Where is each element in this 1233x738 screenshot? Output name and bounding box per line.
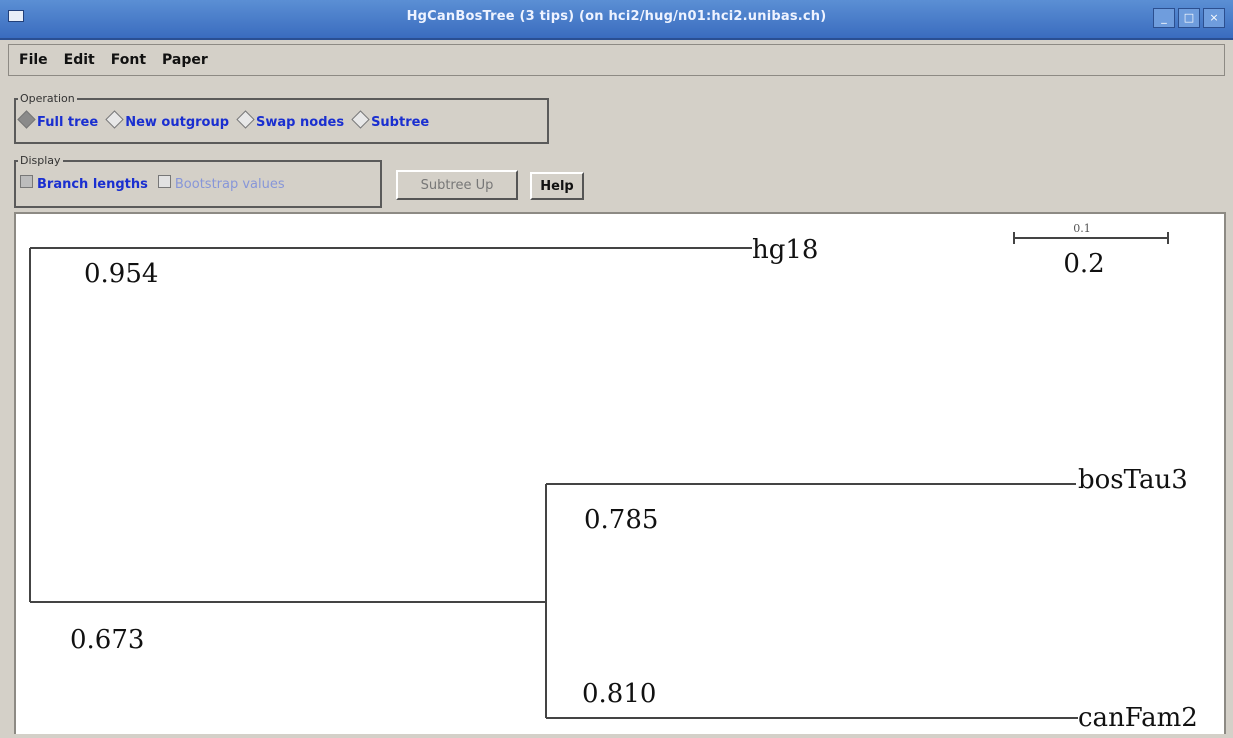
option-new-outgroup[interactable]: New outgroup (105, 110, 229, 130)
leaf-bostau3[interactable]: bosTau3 (1078, 465, 1188, 495)
menu-font[interactable]: Font (111, 52, 146, 68)
tree-drawing: 0.1 0.2 hg18 bosTau3 canFam2 0.954 0.785… (29, 222, 1198, 733)
leaf-hg18[interactable]: hg18 (752, 235, 818, 265)
display-group: Display Branch lengths Bootstrap values (14, 154, 382, 208)
menu-paper[interactable]: Paper (162, 52, 208, 68)
scale-bar-value: 0.2 (1063, 249, 1104, 279)
help-button[interactable]: Help (530, 172, 584, 200)
operation-legend: Operation (20, 92, 75, 105)
maximize-button[interactable]: □ (1178, 8, 1200, 28)
title-bar: HgCanBosTree (3 tips) (on hci2/hug/n01:h… (0, 0, 1233, 40)
leaf-canfam2[interactable]: canFam2 (1078, 703, 1198, 733)
radio-icon (351, 110, 370, 129)
branch-value-canfam2: 0.810 (582, 679, 656, 709)
bootstrap-values-checkbox[interactable]: Bootstrap values (157, 173, 285, 192)
minimize-button[interactable]: _ (1153, 8, 1175, 28)
option-subtree[interactable]: Subtree (351, 110, 429, 130)
menu-bar: File Edit Font Paper (8, 44, 1225, 76)
checkbox-icon (20, 175, 33, 188)
option-swap-nodes[interactable]: Swap nodes (236, 110, 344, 130)
branch-value-inner: 0.673 (70, 625, 144, 655)
operation-group: Operation Full tree New outgroup Swap no… (14, 92, 549, 144)
menu-edit[interactable]: Edit (64, 52, 95, 68)
radio-icon (17, 110, 36, 129)
branch-lengths-checkbox[interactable]: Branch lengths (20, 173, 148, 192)
subtree-up-button[interactable]: Subtree Up (396, 170, 518, 200)
branch-value-bostau3: 0.785 (584, 505, 658, 535)
radio-icon (105, 110, 124, 129)
radio-icon (236, 110, 255, 129)
tree-canvas[interactable]: 0.1 0.2 hg18 bosTau3 canFam2 0.954 0.785… (14, 212, 1226, 734)
scale-bar-top-label: 0.1 (1073, 222, 1091, 235)
display-legend: Display (20, 154, 61, 167)
menu-file[interactable]: File (19, 52, 48, 68)
window-title: HgCanBosTree (3 tips) (on hci2/hug/n01:h… (406, 9, 827, 24)
branch-value-hg18: 0.954 (84, 259, 158, 289)
checkbox-icon (157, 175, 171, 188)
close-button[interactable]: × (1203, 8, 1225, 28)
option-full-tree[interactable]: Full tree (17, 110, 98, 130)
